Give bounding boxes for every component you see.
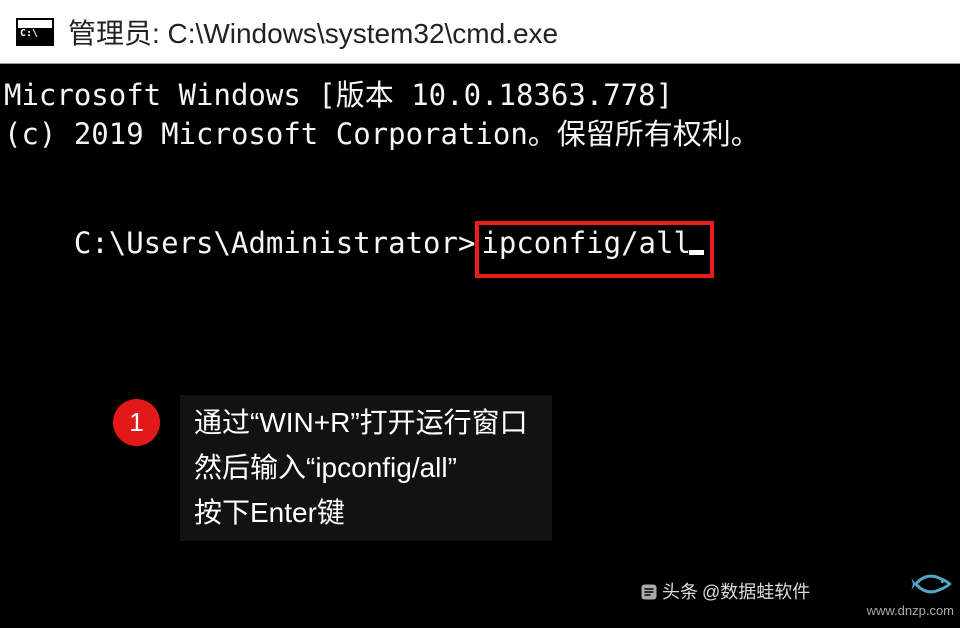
window-title: 管理员: C:\Windows\system32\cmd.exe bbox=[68, 12, 558, 52]
cmd-icon: C:\ bbox=[16, 18, 54, 46]
instruction-line-2: 然后输入“ipconfig/all” bbox=[194, 446, 528, 491]
terminal-command: ipconfig/all bbox=[481, 226, 691, 260]
instruction-line-3: 按下Enter键 bbox=[194, 491, 528, 536]
toutiao-prefix: 头条 bbox=[662, 580, 698, 604]
toutiao-handle: @数据蛙软件 bbox=[702, 580, 810, 604]
terminal-line-copyright: (c) 2019 Microsoft Corporation。保留所有权利。 bbox=[4, 115, 956, 154]
command-highlight-box: ipconfig/all bbox=[475, 221, 714, 278]
step-number: 1 bbox=[129, 405, 143, 440]
window-titlebar: C:\ 管理员: C:\Windows\system32\cmd.exe bbox=[0, 0, 960, 64]
terminal-body[interactable]: Microsoft Windows [版本 10.0.18363.778] (c… bbox=[0, 64, 960, 628]
instruction-callout: 1 通过“WIN+R”打开运行窗口 然后输入“ipconfig/all” 按下E… bbox=[113, 395, 552, 541]
watermark bbox=[910, 568, 954, 600]
cursor-icon bbox=[689, 250, 704, 255]
toutiao-logo-icon bbox=[640, 583, 658, 601]
terminal-prompt: C:\Users\Administrator> bbox=[74, 226, 476, 260]
instruction-line-1: 通过“WIN+R”打开运行窗口 bbox=[194, 401, 528, 446]
watermark-site: www.dnzp.com bbox=[867, 602, 954, 620]
terminal-prompt-line: C:\Users\Administrator>ipconfig/all bbox=[4, 182, 956, 317]
terminal-line-version: Microsoft Windows [版本 10.0.18363.778] bbox=[4, 76, 956, 115]
fish-logo-icon bbox=[910, 568, 954, 600]
instruction-box: 通过“WIN+R”打开运行窗口 然后输入“ipconfig/all” 按下Ent… bbox=[180, 395, 552, 541]
attribution-toutiao: 头条 @数据蛙软件 bbox=[640, 580, 810, 604]
step-number-badge: 1 bbox=[113, 399, 160, 446]
